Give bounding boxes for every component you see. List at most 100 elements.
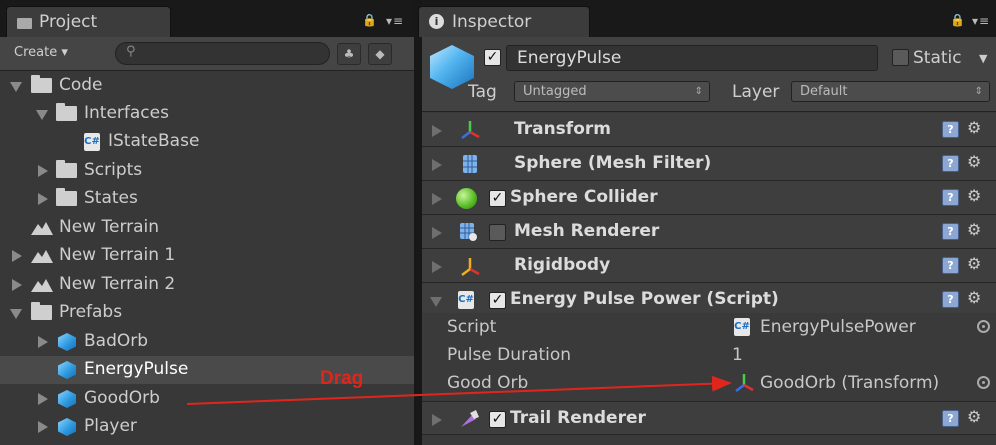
expand-arrow-icon[interactable] [12,250,22,262]
tree-item-istatebase[interactable]: C# IStateBase [0,128,414,156]
tree-item-label: Player [84,416,137,436]
transform-axes-icon [735,374,754,392]
mesh-filter-icon [463,155,477,173]
static-label: Static [913,48,962,68]
active-checkbox[interactable]: ✓ [484,49,501,66]
filter-by-label-icon[interactable]: ◆ [368,43,392,65]
help-icon[interactable]: ? [942,223,959,240]
rigidbody-icon [461,258,480,276]
gameobject-name-field[interactable]: EnergyPulse [506,45,878,71]
tag-value: Untagged [523,84,587,99]
tree-item-energypulse[interactable]: EnergyPulse [0,356,414,384]
help-icon[interactable]: ? [942,121,959,138]
property-label: Pulse Duration [447,345,572,365]
tree-item-player[interactable]: Player [0,413,414,441]
expand-arrow-icon[interactable] [430,297,442,307]
tree-item-scripts[interactable]: Scripts [0,157,414,185]
gear-icon[interactable]: ⚙ [967,288,981,307]
help-icon[interactable]: ? [942,257,959,274]
tree-item-goodorb[interactable]: GoodOrb [0,385,414,413]
object-picker-icon[interactable] [977,320,990,333]
tree-item-new-terrain[interactable]: New Terrain [0,214,414,242]
help-icon[interactable]: ? [942,189,959,206]
enabled-checkbox[interactable] [489,224,506,241]
folder-icon [56,103,77,121]
layer-value: Default [800,84,848,99]
collapse-arrow-icon[interactable] [432,159,442,171]
tree-item-code[interactable]: Code [0,72,414,100]
enabled-checkbox[interactable]: ✓ [489,190,506,207]
tree-item-states[interactable]: States [0,185,414,213]
component-mesh-filter[interactable]: Sphere (Mesh Filter) ? ⚙ [422,147,996,181]
good-orb-field[interactable]: GoodOrb (Transform) [760,373,939,393]
collapse-arrow-icon[interactable] [432,193,442,205]
component-title: Rigidbody [514,255,611,275]
expand-arrow-icon[interactable] [38,165,48,177]
inspector-tab[interactable]: i Inspector [418,6,590,37]
expand-arrow-icon[interactable] [38,336,48,348]
expand-arrow-icon[interactable] [38,421,48,433]
prefab-cube-icon [58,390,76,408]
create-button[interactable]: Create ▾ [14,45,68,60]
script-field[interactable]: EnergyPulsePower [760,317,916,337]
gear-icon[interactable]: ⚙ [967,220,981,239]
component-trail-renderer[interactable]: ✓ Trail Renderer ? ⚙ [422,401,996,435]
tree-item-prefabs[interactable]: Prefabs [0,299,414,327]
component-sphere-collider[interactable]: ✓ Sphere Collider ? ⚙ [422,181,996,215]
component-transform[interactable]: Transform ? ⚙ [422,113,996,147]
help-icon[interactable]: ? [942,155,959,172]
component-title: Energy Pulse Power (Script) [510,289,779,309]
lock-icon[interactable]: 🔒 [362,13,378,27]
inspector-panel: i Inspector 🔒 ▾≡ ✓ EnergyPulse Static ▼ … [418,0,996,445]
collapse-arrow-icon[interactable] [432,125,442,137]
expand-arrow-icon[interactable] [38,193,48,205]
help-icon[interactable]: ? [942,291,959,308]
gameobject-header: ✓ EnergyPulse Static ▼ Tag Untagged ⇕ La… [422,37,996,112]
expand-arrow-icon[interactable] [10,309,22,319]
component-rigidbody[interactable]: Rigidbody ? ⚙ [422,249,996,283]
tree-item-interfaces[interactable]: Interfaces [0,100,414,128]
gear-icon[interactable]: ⚙ [967,407,981,426]
tree-item-label: New Terrain 2 [59,274,176,294]
component-energy-pulse-power[interactable]: C# ✓ Energy Pulse Power (Script) ? ⚙ [422,283,996,317]
panel-menu-icon[interactable]: ▾≡ [386,14,404,28]
expand-arrow-icon[interactable] [38,393,48,405]
panel-divider[interactable] [414,0,422,445]
gear-icon[interactable]: ⚙ [967,254,981,273]
collapse-arrow-icon[interactable] [432,414,442,426]
component-title: Mesh Renderer [514,221,660,241]
expand-arrow-icon[interactable] [12,279,22,291]
object-picker-icon[interactable] [977,376,990,389]
project-tab[interactable]: Project [6,6,171,37]
static-dropdown-icon[interactable]: ▼ [979,52,987,65]
collapse-arrow-icon[interactable] [432,261,442,273]
lock-icon[interactable]: 🔒 [950,13,966,27]
gear-icon[interactable]: ⚙ [967,118,981,137]
folder-icon [56,160,77,178]
component-mesh-renderer[interactable]: Mesh Renderer ? ⚙ [422,215,996,249]
terrain-icon [31,222,53,235]
collapse-arrow-icon[interactable] [432,227,442,239]
help-icon[interactable]: ? [942,410,959,427]
property-label: Good Orb [447,373,529,393]
enabled-checkbox[interactable]: ✓ [489,292,506,309]
tag-dropdown[interactable]: Untagged ⇕ [514,81,710,102]
gear-icon[interactable]: ⚙ [967,186,981,205]
expand-arrow-icon[interactable] [36,110,48,120]
tree-item-label: IStateBase [108,131,200,151]
tree-item-badorb[interactable]: BadOrb [0,328,414,356]
expand-arrow-icon[interactable] [10,82,22,92]
pulse-duration-field[interactable]: 1 [732,345,743,365]
panel-menu-icon[interactable]: ▾≡ [972,14,990,28]
tree-item-new-terrain-2[interactable]: New Terrain 2 [0,271,414,299]
filter-by-type-icon[interactable]: ♣ [337,43,361,65]
tree-item-new-terrain-1[interactable]: New Terrain 1 [0,242,414,270]
static-checkbox[interactable] [892,49,909,66]
enabled-checkbox[interactable]: ✓ [489,411,506,428]
csharp-script-icon: C# [84,133,100,151]
layer-dropdown[interactable]: Default ⇕ [791,81,990,102]
gear-icon[interactable]: ⚙ [967,152,981,171]
search-input[interactable]: ⚲ [115,42,330,65]
project-tab-label: Project [39,12,98,32]
project-toolbar: Create ▾ ⚲ ♣ ◆ [0,37,414,71]
